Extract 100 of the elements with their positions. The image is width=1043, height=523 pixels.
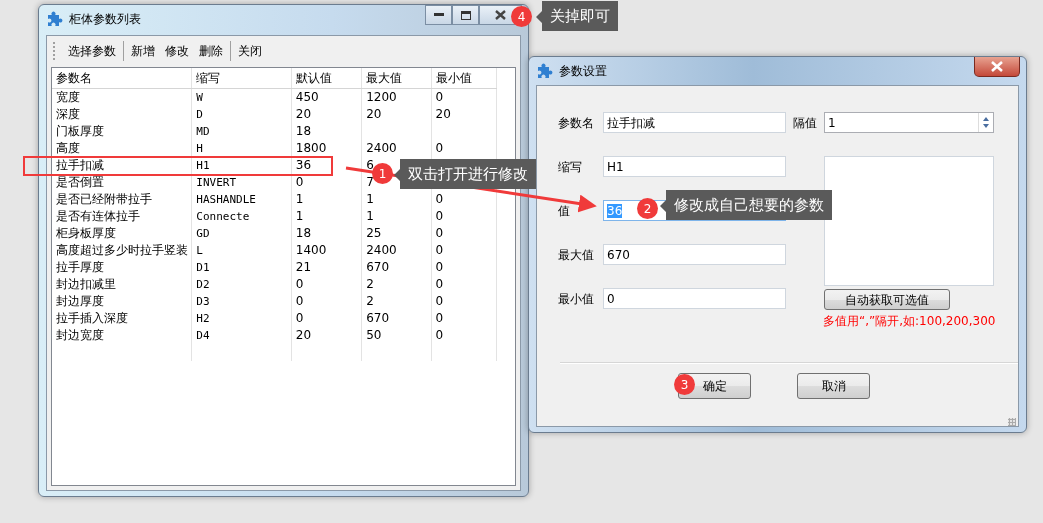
window-title: 柜体参数列表 — [69, 11, 141, 28]
close-button[interactable] — [974, 57, 1020, 77]
table-cell: 20 — [366, 106, 382, 121]
table-cell: 25 — [366, 225, 382, 240]
callout-tooltip: 修改成自己想要的参数 — [660, 190, 832, 220]
table-cell: 宽度 — [56, 89, 80, 104]
toolbar-button[interactable]: 新增 — [126, 42, 160, 60]
table-cell: 2 — [366, 293, 374, 308]
column-header[interactable]: 参数名 — [52, 68, 192, 88]
table-cell: H2 — [196, 311, 210, 325]
table-cell: 20 — [295, 327, 312, 342]
input-field[interactable]: H1 — [603, 156, 786, 177]
close-icon — [495, 10, 506, 20]
table-cell: 门板厚度 — [56, 123, 104, 138]
table-cell: 0 — [435, 191, 444, 206]
table-cell: 20 — [435, 106, 451, 121]
table-cell: GD — [196, 226, 210, 240]
table-cell: MD — [196, 124, 210, 138]
table-cell: 1 — [366, 208, 374, 223]
table-cell: 2400 — [366, 140, 397, 155]
table-cell: 0 — [295, 310, 304, 325]
table-cell: 是否已经附带拉手 — [56, 191, 152, 206]
callout-tooltip: 关掉即可 — [536, 1, 618, 31]
table-cell: 高度 — [56, 140, 80, 155]
table-cell: 1 — [366, 191, 374, 206]
field-label: 参数名 — [558, 114, 595, 132]
table-cell: 0 — [435, 310, 444, 325]
toolbar-grip — [53, 42, 57, 60]
table-cell: 450 — [295, 89, 319, 104]
maximize-icon — [460, 10, 471, 20]
table-cell: 0 — [435, 89, 444, 104]
table-cell: INVERT — [196, 175, 237, 189]
table-cell: 1800 — [295, 140, 327, 155]
table-cell: 0 — [295, 174, 304, 189]
puzzle-icon — [45, 10, 63, 28]
field-label: 缩写 — [558, 158, 583, 176]
input-field[interactable]: 0 — [603, 288, 786, 309]
toolbar-button[interactable]: 修改 — [160, 42, 194, 60]
table-cell: D2 — [196, 277, 210, 291]
toolbar-button[interactable]: 选择参数 — [63, 42, 121, 60]
field-label: 隔值 — [793, 114, 818, 132]
table-cell: 0 — [435, 225, 444, 240]
table-cell: H1 — [196, 158, 210, 172]
table-cell: 0 — [295, 276, 304, 291]
table-cell: L — [196, 243, 203, 257]
table-cell: 拉手插入深度 — [56, 310, 128, 325]
hint-text: 多值用“,”隔开,如:100,200,300 — [823, 313, 997, 330]
table-cell: 拉手厚度 — [56, 259, 104, 274]
table-cell: D4 — [196, 328, 210, 342]
table-cell: 18 — [295, 225, 312, 240]
table-cell: 0 — [435, 276, 444, 291]
table-cell: 1400 — [295, 242, 327, 257]
table-cell: H — [196, 141, 203, 155]
table-cell: 0 — [435, 293, 444, 308]
column-header[interactable]: 最小值 — [431, 68, 497, 88]
input-field[interactable]: 670 — [603, 244, 786, 265]
auto-fetch-button[interactable]: 自动获取可选值 — [824, 289, 950, 310]
table-cell: 21 — [295, 259, 312, 274]
table-cell: 7 — [366, 174, 374, 189]
table-cell: 0 — [435, 140, 444, 155]
table-cell: D — [196, 107, 203, 121]
table-cell: 1 — [295, 191, 304, 206]
table-cell: 拉手扣减 — [56, 157, 104, 172]
table-cell: 是否倒置 — [56, 174, 104, 189]
dialog-title: 参数设置 — [559, 63, 607, 80]
column-header[interactable]: 默认值 — [291, 68, 362, 88]
table-cell: HASHANDLE — [196, 192, 256, 206]
toolbar-button[interactable]: 删除 — [194, 42, 228, 60]
spin-field[interactable]: 1 — [824, 112, 994, 133]
minimize-button[interactable] — [425, 5, 452, 25]
table-cell: 670 — [366, 310, 390, 325]
maximize-button[interactable] — [452, 5, 479, 25]
table-cell: Connecte — [196, 209, 250, 223]
table-cell: 是否有连体拉手 — [56, 208, 140, 223]
table-cell: 0 — [435, 327, 444, 342]
dialog-button[interactable]: 取消 — [797, 373, 870, 399]
table-cell: 1200 — [366, 89, 397, 104]
table-cell: 柜身板厚度 — [56, 225, 116, 240]
table-cell: 封边扣减里 — [56, 276, 116, 291]
column-header[interactable]: 最大值 — [361, 68, 432, 88]
toolbar-button[interactable]: 关闭 — [233, 42, 267, 60]
puzzle-icon — [535, 62, 553, 80]
table-cell: 0 — [295, 293, 304, 308]
table-cell: 高度超过多少时拉手竖装 — [56, 242, 188, 257]
table-cell: 6 — [366, 157, 374, 172]
minimize-icon — [433, 13, 444, 17]
table-cell: 深度 — [56, 106, 80, 121]
table-cell: 0 — [435, 259, 444, 274]
table-cell: 670 — [366, 259, 390, 274]
resize-grip[interactable] — [1008, 418, 1016, 426]
table-cell: 0 — [435, 208, 444, 223]
table-cell: D3 — [196, 294, 210, 308]
input-field[interactable]: 拉手扣减 — [603, 112, 786, 133]
column-header[interactable]: 缩写 — [191, 68, 292, 88]
table-cell: 36 — [295, 157, 312, 172]
table-cell: 1 — [295, 208, 304, 223]
table-cell: 0 — [435, 242, 444, 257]
table-cell: 20 — [295, 106, 312, 121]
table-cell: 封边宽度 — [56, 327, 104, 342]
callout-tooltip: 双击打开进行修改 — [394, 159, 536, 189]
